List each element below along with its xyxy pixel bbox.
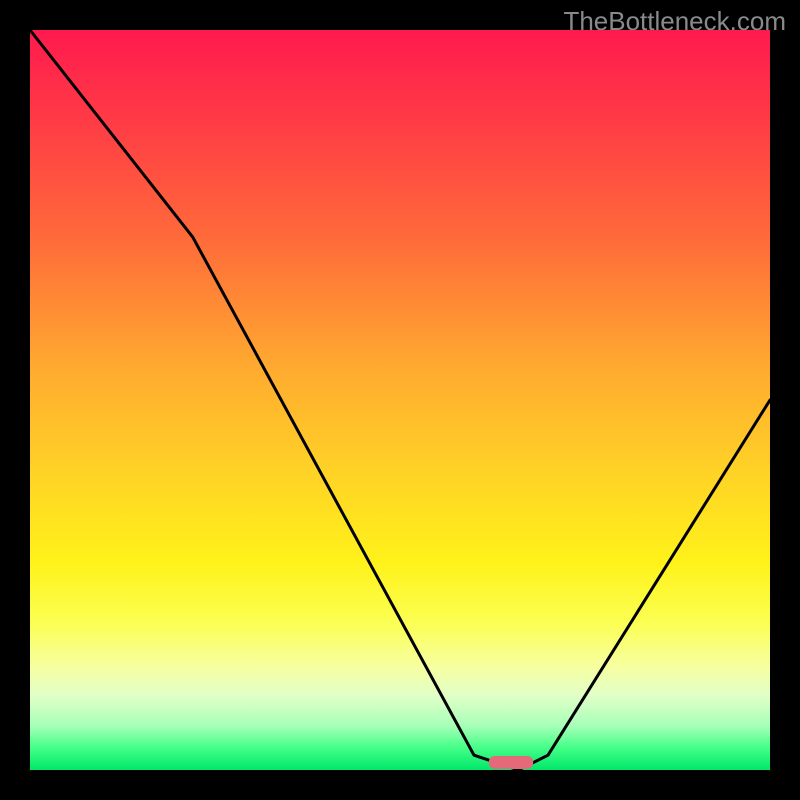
chart-frame: TheBottleneck.com — [0, 0, 800, 800]
optimal-marker — [489, 756, 533, 769]
bottleneck-curve — [30, 30, 770, 770]
plot-svg — [30, 30, 770, 770]
plot-area — [30, 30, 770, 770]
